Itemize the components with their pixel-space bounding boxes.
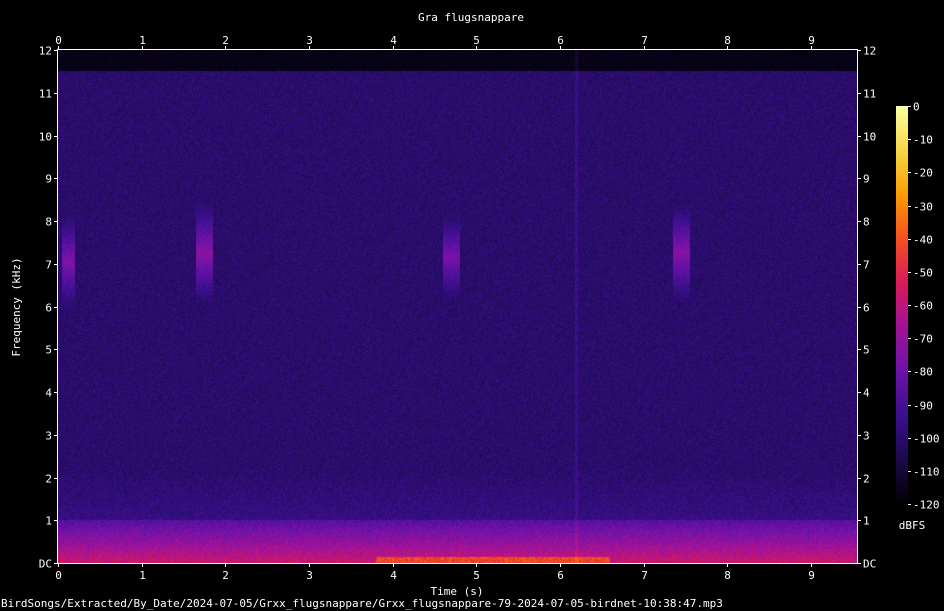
y-tick-label-right: 5	[863, 344, 870, 357]
file-path-caption: BirdSongs/Extracted/By_Date/2024-07-05/G…	[1, 597, 723, 610]
x-axis-bottom: 0 1 2 3 4 5 6 7 8 9	[55, 563, 815, 582]
y-tick-label-right: DC	[863, 558, 876, 571]
y-tick-label: 3	[45, 430, 52, 443]
y-tick-label-right: 3	[863, 430, 870, 443]
x-tick-label-top: 8	[724, 34, 731, 47]
x-tick-label-top: 2	[222, 34, 229, 47]
colorbar	[896, 106, 908, 505]
x-tick-label-top: 5	[473, 34, 480, 47]
spectrogram-figure: Gra flugsnappare 0123456789 0123456789 D…	[1, 11, 940, 610]
y-tick-label: 12	[39, 45, 52, 58]
colorbar-tick-label: -120	[913, 499, 940, 512]
x-tick-label: 9	[808, 569, 815, 582]
colorbar-tick-label: 0	[913, 101, 920, 114]
y-axis-right: DC123456789101112	[857, 45, 876, 571]
x-tick-label-top: 9	[808, 34, 815, 47]
y-tick-label: 5	[45, 344, 52, 357]
x-tick-label-top: 6	[557, 34, 564, 47]
x-tick-label-top: 7	[641, 34, 648, 47]
colorbar-tick-label: -110	[913, 466, 940, 479]
y-tick-label: 7	[45, 259, 52, 272]
colorbar-ticks: 0 -10 -20 -30 -40 -50 -60 -70 -80 -90 -100 -110 -120	[908, 101, 940, 512]
chart-title: Gra flugsnappare	[418, 11, 524, 24]
y-tick-label-right: 7	[863, 259, 870, 272]
y-tick-label: 4	[45, 387, 52, 400]
y-axis-label: Frequency (kHz)	[10, 257, 23, 356]
colorbar-tick-label: -10	[913, 134, 933, 147]
y-tick-label-right: 8	[863, 216, 870, 229]
x-tick-label-top: 3	[306, 34, 313, 47]
colorbar-tick-label: -40	[913, 234, 933, 247]
y-tick-label-right: 11	[863, 88, 876, 101]
colorbar-tick-label: -90	[913, 400, 933, 413]
colorbar-tick-label: -80	[913, 366, 933, 379]
y-tick-label: 8	[45, 216, 52, 229]
y-axis-left: DC123456789101112	[39, 45, 58, 571]
x-tick-label-top: 0	[55, 34, 62, 47]
x-tick-label: 3	[306, 569, 313, 582]
x-tick-label: 1	[139, 569, 146, 582]
y-tick-label: DC	[39, 558, 52, 571]
y-tick-label-right: 6	[863, 302, 870, 315]
y-tick-label: 10	[39, 131, 52, 144]
x-tick-label: 5	[473, 569, 480, 582]
x-tick-label: 4	[390, 569, 397, 582]
x-tick-label: 0	[55, 569, 62, 582]
x-tick-label: 2	[222, 569, 229, 582]
x-tick-label-top: 1	[139, 34, 146, 47]
y-tick-label-right: 2	[863, 473, 870, 486]
y-tick-label-right: 4	[863, 387, 870, 400]
x-tick-label: 8	[724, 569, 731, 582]
colorbar-tick-label: -100	[913, 433, 940, 446]
colorbar-tick-label: -30	[913, 201, 933, 214]
y-tick-label-right: 9	[863, 173, 870, 186]
y-tick-label: 6	[45, 302, 52, 315]
spectrogram-plot-area	[58, 50, 857, 563]
y-tick-label-right: 1	[863, 515, 870, 528]
x-tick-label: 7	[641, 569, 648, 582]
y-tick-label: 1	[45, 515, 52, 528]
y-tick-label-right: 10	[863, 131, 876, 144]
colorbar-tick-label: -70	[913, 333, 933, 346]
x-axis-top: 0 1 2 3 4 5 6 7 8 9	[55, 34, 815, 50]
x-tick-label-top: 4	[390, 34, 397, 47]
colorbar-label: dBFS	[899, 519, 926, 532]
colorbar-tick-label: -20	[913, 167, 933, 180]
colorbar-tick-label: -60	[913, 300, 933, 313]
y-tick-label: 2	[45, 473, 52, 486]
x-tick-label: 6	[557, 569, 564, 582]
colorbar-tick-label: -50	[913, 267, 933, 280]
y-tick-label: 9	[45, 173, 52, 186]
y-tick-label: 11	[39, 88, 52, 101]
y-tick-label-right: 12	[863, 45, 876, 58]
